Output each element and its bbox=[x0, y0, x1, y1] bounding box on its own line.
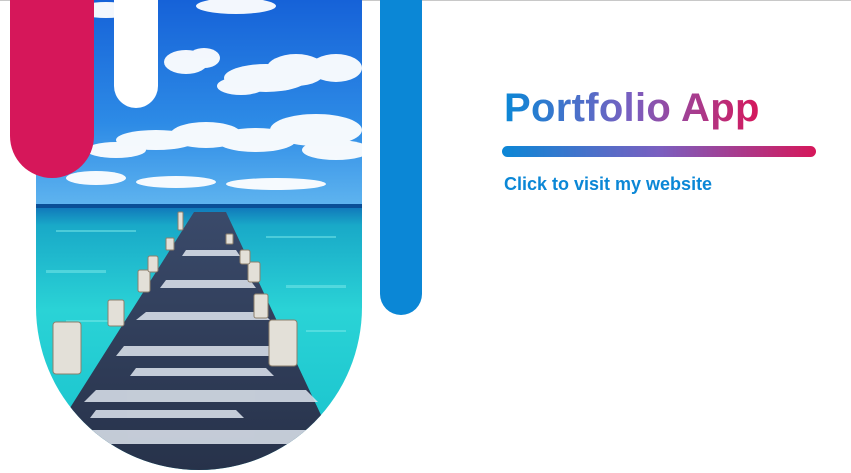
decorative-white-bar bbox=[114, 0, 158, 108]
title-underline bbox=[502, 146, 816, 157]
decorative-red-bar bbox=[10, 0, 94, 178]
decorative-blue-bar bbox=[380, 0, 422, 315]
page-title: Portfolio App bbox=[504, 86, 760, 130]
visit-website-link[interactable]: Click to visit my website bbox=[504, 174, 712, 195]
